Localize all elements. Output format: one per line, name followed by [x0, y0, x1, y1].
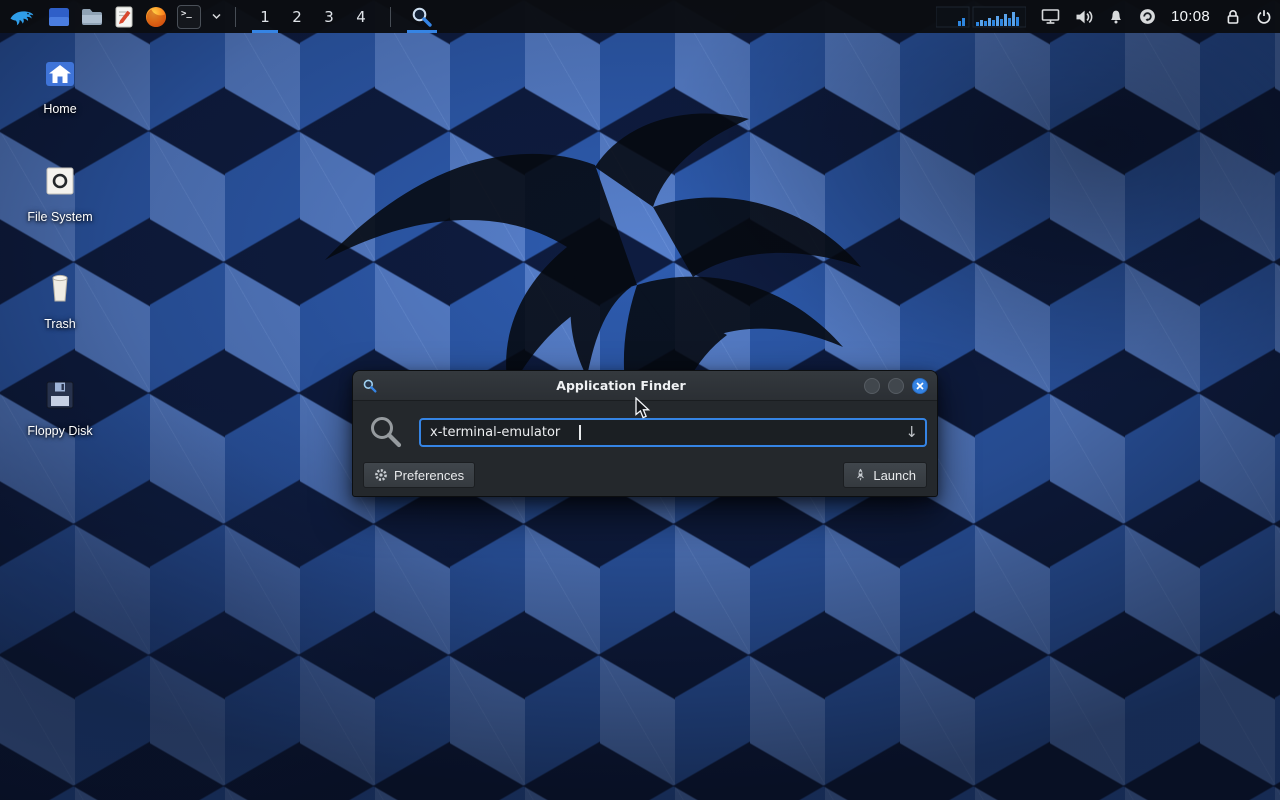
window-magnifier-icon [362, 378, 378, 394]
display-settings-tray[interactable] [1041, 0, 1060, 33]
text-caret [579, 425, 581, 440]
preferences-label: Preferences [394, 468, 464, 483]
workspace-3-label: 3 [324, 8, 334, 26]
workspace-4-label: 4 [356, 8, 366, 26]
launcher-firefox[interactable] [144, 0, 168, 33]
desktop-icon-home[interactable]: Home [17, 58, 103, 116]
launcher-file-manager[interactable] [80, 0, 104, 33]
launcher-files[interactable] [47, 0, 71, 33]
tasklist-application-finder[interactable] [404, 0, 440, 33]
panel-separator [235, 7, 236, 27]
panel-left: >_ 1 2 3 4 [0, 0, 440, 33]
workspace-1-label: 1 [260, 8, 270, 26]
workspace-3[interactable]: 3 [313, 0, 345, 33]
drive-icon [43, 164, 77, 198]
clock-widget[interactable]: 10:08 [1171, 0, 1210, 33]
launch-rocket-icon [854, 468, 867, 482]
titlebar[interactable]: Application Finder [353, 371, 937, 401]
preferences-button[interactable]: Preferences [363, 462, 475, 488]
updates-tray[interactable] [1139, 0, 1156, 33]
launch-button[interactable]: Launch [843, 462, 927, 488]
search-input[interactable] [421, 420, 925, 445]
notifications-tray[interactable] [1108, 0, 1124, 33]
search-entry: ↓ [419, 418, 927, 447]
top-panel: >_ 1 2 3 4 [0, 0, 1280, 33]
workspace-2[interactable]: 2 [281, 0, 313, 33]
entry-dropdown-arrow[interactable]: ↓ [905, 425, 918, 440]
window-body: ↓ Preferences Launch [353, 401, 937, 497]
display-icon [1041, 8, 1060, 25]
chevron-down-icon [212, 13, 221, 20]
logout-tray[interactable] [1256, 0, 1272, 33]
clock-text: 10:08 [1171, 8, 1210, 25]
kali-logo-icon [8, 3, 35, 30]
desktop-icon-label: Trash [44, 317, 76, 331]
desktop-icon-file-system[interactable]: File System [17, 164, 103, 224]
workspace-2-label: 2 [292, 8, 302, 26]
cpu-graph-icon [936, 6, 1026, 28]
desktop-icon-floppy-disk[interactable]: Floppy Disk [17, 378, 103, 438]
terminal-icon: >_ [177, 5, 201, 29]
trash-icon [43, 271, 77, 305]
maximize-button[interactable] [888, 378, 904, 394]
launch-label: Launch [873, 468, 916, 483]
panel-separator [390, 7, 391, 27]
desktop-icon-trash[interactable]: Trash [17, 271, 103, 331]
update-icon [1139, 8, 1156, 25]
home-folder-icon [43, 58, 77, 90]
screen-lock-tray[interactable] [1225, 0, 1241, 33]
volume-icon [1075, 9, 1093, 25]
panel-right: 10:08 [936, 0, 1280, 33]
minimize-button[interactable] [864, 378, 880, 394]
volume-tray[interactable] [1075, 0, 1093, 33]
folder-icon [80, 5, 104, 29]
firefox-icon [144, 5, 168, 29]
desktop-screen: >_ 1 2 3 4 [0, 0, 1280, 800]
cpu-graph-widget[interactable] [936, 0, 1026, 33]
workspace-switcher: 1 2 3 4 [249, 0, 377, 33]
notepad-pencil-icon [113, 5, 135, 29]
launcher-terminal[interactable]: >_ [177, 0, 201, 33]
desktop-icon-label: File System [27, 210, 92, 224]
close-icon [916, 382, 924, 390]
power-icon [1256, 9, 1272, 25]
floppy-icon [43, 378, 77, 412]
terminal-dropdown-chevron[interactable] [210, 0, 222, 33]
launcher-text-editor[interactable] [113, 0, 135, 33]
workspace-1[interactable]: 1 [249, 0, 281, 33]
magnifier-task-icon [410, 5, 434, 29]
workspace-4[interactable]: 4 [345, 0, 377, 33]
window-title: Application Finder [386, 378, 856, 393]
desktop-icon-label: Home [43, 102, 76, 116]
gear-icon [374, 468, 388, 482]
application-finder-window: Application Finder ↓ [352, 370, 938, 497]
search-icon [368, 414, 404, 450]
blue-files-icon [47, 5, 71, 29]
desktop-icon-label: Floppy Disk [27, 424, 92, 438]
close-button[interactable] [912, 378, 928, 394]
applications-menu-button[interactable] [4, 0, 38, 33]
terminal-glyph: >_ [181, 9, 192, 19]
lock-icon [1225, 8, 1241, 25]
bell-icon [1108, 9, 1124, 25]
